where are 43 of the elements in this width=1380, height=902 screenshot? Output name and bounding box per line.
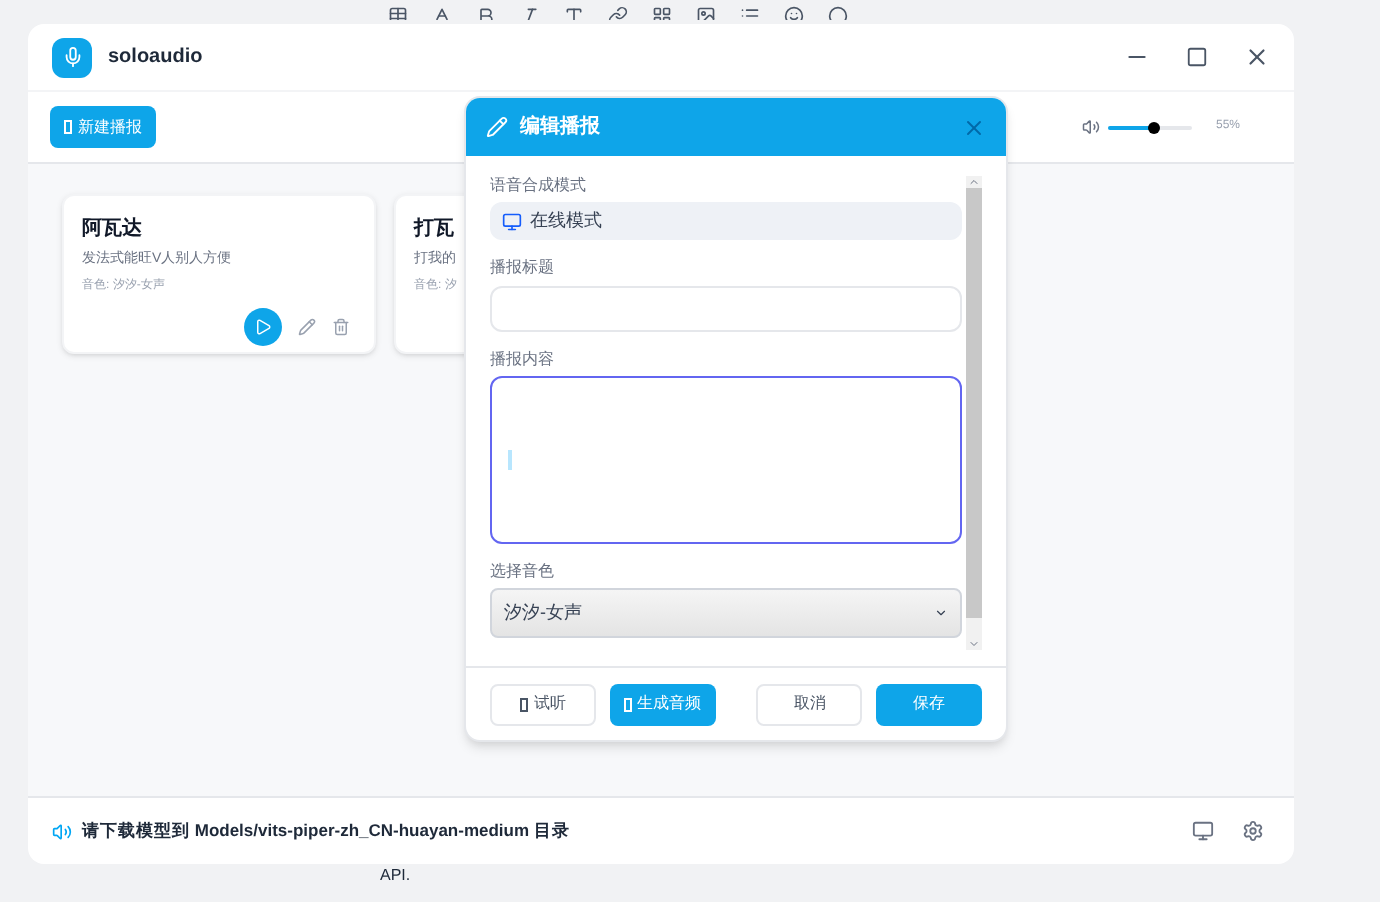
dialog-button[interactable]: 取消 (756, 683, 863, 725)
play-button[interactable] (244, 307, 282, 345)
field-label: 播报标题 (490, 258, 556, 278)
text-size-icon[interactable] (564, 6, 584, 20)
pencil-icon (486, 116, 508, 138)
settings-icon[interactable] (1242, 820, 1264, 842)
text-cursor (508, 450, 512, 470)
close-icon[interactable] (1244, 44, 1270, 70)
speaker-icon (1081, 118, 1100, 136)
box-icon (623, 697, 632, 711)
text-color-icon[interactable] (432, 6, 452, 20)
box-icon (64, 120, 72, 134)
bold-icon[interactable] (476, 6, 496, 20)
delete-icon[interactable] (332, 317, 350, 335)
dialog-button[interactable]: 试听 (490, 683, 596, 725)
image-icon[interactable] (696, 6, 716, 20)
card-title: 打瓦 (414, 215, 454, 244)
maximize-icon[interactable] (1186, 46, 1208, 68)
field-label: 选择音色 (490, 562, 556, 582)
app-logo (52, 37, 92, 77)
background-text: API. (380, 864, 411, 888)
box-icon (520, 697, 528, 711)
blocks-icon[interactable] (652, 6, 672, 20)
edit-icon[interactable] (298, 317, 316, 335)
status-message: 请下载模型到 Models/vits-piper-zh_CN-huayan-medium 目录 (82, 818, 570, 844)
chevron-down-icon (934, 606, 948, 620)
card-title: 阿瓦达 (82, 215, 142, 244)
play-icon (254, 317, 272, 335)
list-icon[interactable] (740, 6, 760, 20)
content-textarea[interactable] (490, 376, 962, 544)
monitor-icon[interactable] (1192, 820, 1214, 842)
voice-select[interactable]: 汐汐-女声 (490, 588, 962, 638)
dialog-title: 编辑播报 (520, 113, 600, 142)
mode-selector[interactable]: 在线模式 (490, 202, 962, 240)
title-input[interactable] (490, 285, 962, 331)
app-title: soloaudio (108, 44, 203, 72)
speaker-icon (52, 821, 72, 841)
volume-thumb[interactable] (1148, 121, 1161, 133)
field-label: 语音合成模式 (490, 176, 588, 196)
link-icon[interactable] (608, 6, 628, 20)
monitor-icon (502, 211, 522, 231)
field-label: 播报内容 (490, 350, 556, 370)
emoji-icon[interactable] (784, 6, 804, 20)
